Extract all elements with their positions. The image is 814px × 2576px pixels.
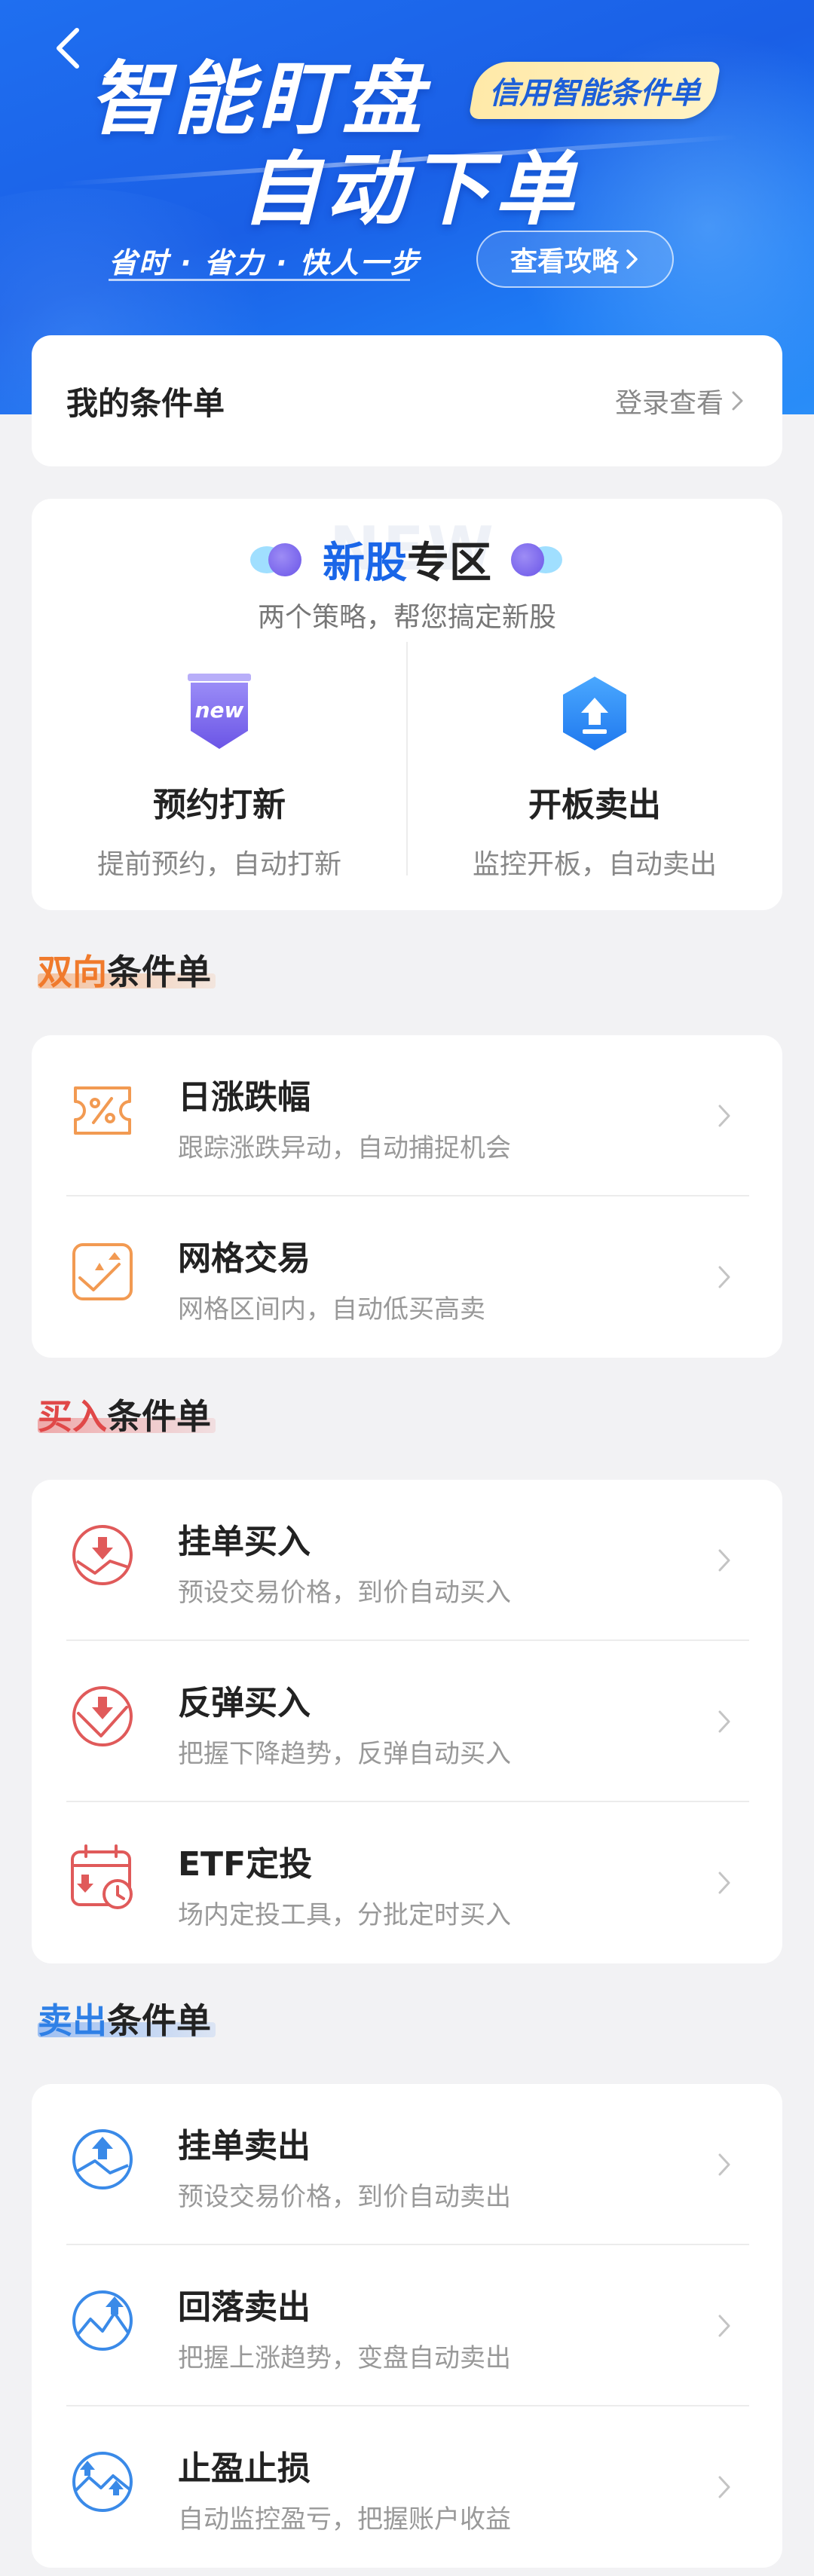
chevron-right-icon — [718, 2315, 730, 2337]
twoway-list: 日涨跌幅 跟踪涨跌异动，自动捕捉机会 网格交易 网格区间内，自动低买高卖 — [32, 1035, 782, 1358]
ipo-item-name: 预约打新 — [153, 786, 286, 824]
section-title-text: 买入条件单 — [38, 1389, 211, 1439]
section-title-twoway: 双向条件单 — [38, 945, 216, 992]
chevron-right-icon — [626, 249, 638, 269]
list-item-pullback-sell[interactable]: 回落卖出 把握上涨趋势，变盘自动卖出 — [32, 2245, 782, 2406]
ipo-title-rest: 专区 — [407, 539, 491, 588]
upload-arrow-icon — [557, 672, 632, 755]
chevron-right-icon — [718, 2476, 730, 2498]
ipo-zone-card: NEW 新股专区 两个策略，帮您搞定新股 new 预约打新 提前预约，自动打新 — [32, 499, 782, 910]
list-item-stop-profit-loss[interactable]: 止盈止损 自动监控盈亏，把握账户收益 — [32, 2406, 782, 2568]
section-title-buy: 买入条件单 — [38, 1389, 216, 1437]
chevron-right-icon — [718, 1105, 730, 1127]
ipo-item-open-sell[interactable]: 开板卖出 监控开板，自动卖出 — [407, 672, 782, 882]
list-item-desc: 跟踪涨跌异动，自动捕捉机会 — [178, 1133, 511, 1163]
section-title-rest: 条件单 — [107, 1396, 211, 1437]
ipo-title: 新股专区 — [323, 529, 491, 590]
login-view-label: 登录查看 — [614, 388, 724, 419]
percent-ticket-icon — [74, 1086, 131, 1135]
sell-list: 挂单卖出 预设交易价格，到价自动卖出 回落卖出 把握上涨趋势，变盘自动卖出 止盈… — [32, 2084, 782, 2568]
section-title-colored: 买入 — [38, 1396, 107, 1437]
login-view-link[interactable]: 登录查看 — [615, 381, 745, 420]
list-item-name: ETF定投 — [178, 1845, 313, 1884]
list-item-desc: 自动监控盈亏，把握账户收益 — [178, 2504, 511, 2535]
section-title-sell: 卖出条件单 — [38, 1994, 216, 2041]
chevron-left-icon — [57, 28, 79, 69]
chevron-right-icon — [718, 2153, 730, 2176]
section-title-colored: 卖出 — [38, 2000, 107, 2041]
section-title-colored: 双向 — [38, 952, 107, 992]
grid-trade-icon — [72, 1243, 133, 1300]
slogan-underline — [109, 279, 410, 281]
list-item-name: 挂单卖出 — [178, 2127, 311, 2165]
list-item-desc: 预设交易价格，到价自动买入 — [178, 1578, 511, 1608]
section-title-text: 卖出条件单 — [38, 1994, 211, 2043]
chevron-right-icon — [718, 1710, 730, 1733]
ipo-header: 新股专区 — [32, 529, 782, 590]
limit-buy-icon — [72, 1525, 133, 1585]
list-item-limit-buy[interactable]: 挂单买入 预设交易价格，到价自动买入 — [32, 1480, 782, 1641]
ipo-item-name: 开板卖出 — [528, 786, 661, 824]
list-item-etf-invest[interactable]: ETF定投 场内定投工具，分批定时买入 — [32, 1802, 782, 1963]
new-badge-icon: new — [182, 672, 257, 755]
list-item-name: 日涨跌幅 — [178, 1078, 311, 1117]
stop-profit-loss-icon — [72, 2452, 133, 2512]
list-item-desc: 预设交易价格，到价自动卖出 — [178, 2182, 511, 2212]
ipo-title-highlight: 新股 — [323, 539, 407, 588]
my-orders-card[interactable]: 我的条件单 登录查看 — [32, 335, 782, 466]
rebound-buy-icon — [72, 1686, 133, 1746]
chevron-right-icon — [718, 1872, 730, 1894]
list-item-name: 回落卖出 — [178, 2288, 311, 2327]
list-item-desc: 网格区间内，自动低买高卖 — [178, 1294, 485, 1325]
my-orders-label: 我的条件单 — [66, 384, 225, 422]
list-item-desc: 把握下降趋势，反弹自动买入 — [178, 1739, 511, 1769]
new-badge-text: new — [195, 698, 244, 723]
list-item-desc: 把握上涨趋势，变盘自动卖出 — [178, 2343, 511, 2373]
decor-dot-icon — [511, 542, 564, 576]
buy-list: 挂单买入 预设交易价格，到价自动买入 反弹买入 把握下降趋势，反弹自动买入 ET… — [32, 1480, 782, 1963]
section-title-text: 双向条件单 — [38, 945, 211, 995]
list-item-name: 反弹买入 — [178, 1684, 311, 1722]
banner-slogan: 省时 · 省力 · 快人一步 — [109, 246, 421, 280]
list-item-name: 网格交易 — [178, 1239, 311, 1278]
banner-title-line2: 自动下单 — [241, 143, 579, 236]
section-title-rest: 条件单 — [107, 952, 211, 992]
etf-schedule-icon — [71, 1844, 133, 1909]
ipo-subtitle: 两个策略，帮您搞定新股 — [257, 602, 556, 633]
credit-tag: 信用智能条件单 — [468, 62, 721, 119]
list-item-name: 止盈止损 — [178, 2449, 311, 2488]
list-item-rebound-buy[interactable]: 反弹买入 把握下降趋势，反弹自动买入 — [32, 1641, 782, 1802]
credit-tag-label: 信用智能条件单 — [489, 76, 700, 111]
pullback-sell-icon — [72, 2290, 133, 2351]
list-item-grid-trading[interactable]: 网格交易 网格区间内，自动低买高卖 — [32, 1196, 782, 1358]
chevron-right-icon — [732, 391, 743, 411]
view-guide-label: 查看攻略 — [510, 246, 619, 277]
ipo-item-desc: 提前预约，自动打新 — [96, 849, 341, 880]
ipo-item-desc: 监控开板，自动卖出 — [472, 849, 717, 880]
limit-sell-icon — [72, 2129, 133, 2189]
chevron-right-icon — [718, 1266, 730, 1288]
view-guide-button[interactable]: 查看攻略 — [476, 231, 674, 288]
chevron-right-icon — [718, 1549, 730, 1572]
ipo-item-reserve[interactable]: new 预约打新 提前预约，自动打新 — [32, 672, 407, 882]
back-button[interactable] — [47, 27, 89, 69]
list-item-limit-sell[interactable]: 挂单卖出 预设交易价格，到价自动卖出 — [32, 2084, 782, 2245]
list-item-name: 挂单买入 — [178, 1523, 311, 1561]
decor-dot-icon — [250, 542, 303, 576]
list-item-desc: 场内定投工具，分批定时买入 — [178, 1900, 511, 1930]
list-item-daily-change[interactable]: 日涨跌幅 跟踪涨跌异动，自动捕捉机会 — [32, 1035, 782, 1196]
section-title-rest: 条件单 — [107, 2000, 211, 2041]
